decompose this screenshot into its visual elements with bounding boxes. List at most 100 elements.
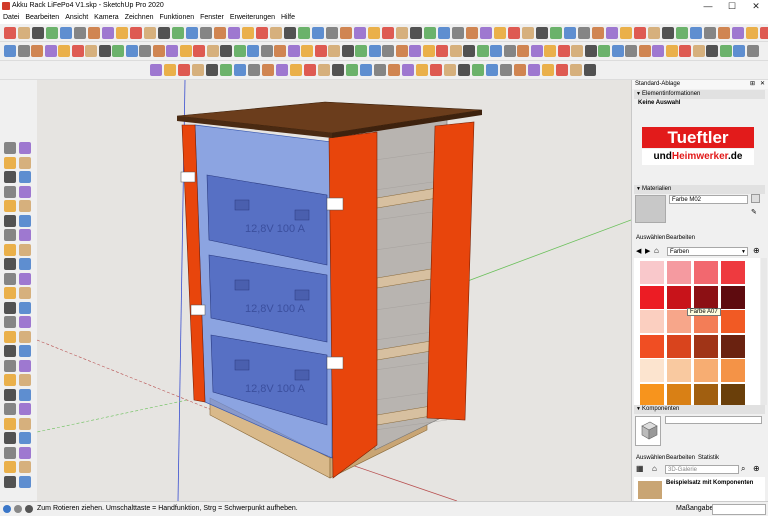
toolbar-tool-icon[interactable] <box>542 64 554 76</box>
menu-funktionen[interactable]: Funktionen <box>156 13 197 21</box>
toolbar-tool-icon[interactable] <box>58 45 70 57</box>
toolbar-tool-icon[interactable] <box>304 64 316 76</box>
toolbar-tool-icon[interactable] <box>144 27 156 39</box>
toolbar-tool-icon[interactable] <box>665 45 678 57</box>
toolbar-tool-icon[interactable] <box>500 64 512 76</box>
toolbar-tool-icon[interactable] <box>472 64 484 76</box>
color-swatch[interactable] <box>694 383 718 407</box>
toolbar-tool-icon[interactable] <box>598 45 610 57</box>
details-icon[interactable]: ⊕ <box>753 246 760 255</box>
toolbar-tool-icon[interactable] <box>584 45 597 57</box>
component-item-label[interactable]: Beispielsatz mit Komponenten <box>666 480 753 486</box>
left-tool-icon[interactable] <box>19 417 31 430</box>
toolbar-tool-icon[interactable] <box>517 45 529 57</box>
menu-zeichnen[interactable]: Zeichnen <box>122 13 157 21</box>
toolbar-tool-icon[interactable] <box>284 27 296 39</box>
toolbar-tool-icon[interactable] <box>557 45 570 57</box>
toolbar-tool-icon[interactable] <box>571 45 583 57</box>
toolbar-tool-icon[interactable] <box>328 45 340 57</box>
color-swatch[interactable] <box>667 334 691 358</box>
components-header[interactable]: ▼ Komponenten <box>634 405 765 414</box>
color-swatch[interactable] <box>667 359 691 382</box>
maximize-button[interactable]: ☐ <box>720 0 744 13</box>
left-tool-icon[interactable] <box>4 214 16 227</box>
toolbar-tool-icon[interactable] <box>719 45 732 57</box>
toolbar-tool-icon[interactable] <box>228 27 240 39</box>
toolbar-tool-icon[interactable] <box>692 45 705 57</box>
left-tool-icon[interactable] <box>4 258 16 270</box>
toolbar-tool-icon[interactable] <box>88 27 100 39</box>
color-swatch[interactable] <box>640 310 664 333</box>
color-swatch[interactable] <box>721 261 745 284</box>
toolbar-tool-icon[interactable] <box>416 64 428 76</box>
material-name-field[interactable]: Farbe M02 <box>669 195 748 204</box>
tab-components-stats[interactable]: Statistik <box>698 455 719 461</box>
left-tool-icon[interactable] <box>4 417 16 430</box>
left-tool-icon[interactable] <box>4 229 16 241</box>
color-swatch[interactable] <box>667 383 691 407</box>
forward-icon[interactable]: ▶ <box>645 247 650 255</box>
left-tool-icon[interactable] <box>19 330 31 343</box>
toolbar-tool-icon[interactable] <box>409 45 421 57</box>
left-tool-icon[interactable] <box>19 388 31 401</box>
toolbar-tool-icon[interactable] <box>326 27 338 39</box>
toolbar-tool-icon[interactable] <box>178 64 190 76</box>
toolbar-tool-icon[interactable] <box>179 45 192 57</box>
toolbar-tool-icon[interactable] <box>490 45 502 57</box>
user-icon[interactable] <box>25 505 33 513</box>
toolbar-tool-icon[interactable] <box>4 45 16 57</box>
model-viewport[interactable]: 12,8V 100 A 12,8V 100 A 12,8V 100 A <box>37 80 631 501</box>
menu-hilfe[interactable]: Hilfe <box>278 13 298 21</box>
toolbar-tool-icon[interactable] <box>206 64 218 76</box>
menu-datei[interactable]: Datei <box>0 13 22 21</box>
measurements-input[interactable] <box>712 504 766 515</box>
left-tool-icon[interactable] <box>19 142 31 154</box>
toolbar-tool-icon[interactable] <box>620 27 632 39</box>
left-tool-icon[interactable] <box>19 345 31 357</box>
model-scene[interactable]: 12,8V 100 A 12,8V 100 A 12,8V 100 A <box>37 80 631 501</box>
left-tool-icon[interactable] <box>4 287 16 299</box>
toolbar-tool-icon[interactable] <box>314 45 327 57</box>
color-swatch[interactable] <box>694 285 718 309</box>
color-swatch[interactable] <box>667 261 691 284</box>
toolbar-tool-icon[interactable] <box>648 27 660 39</box>
color-swatch[interactable] <box>640 334 664 358</box>
toolbar-tool-icon[interactable] <box>466 27 478 39</box>
toolbar-tool-icon[interactable] <box>150 64 162 76</box>
toolbar-tool-icon[interactable] <box>220 45 232 57</box>
sample-paint-icon[interactable]: ✎ <box>751 208 757 216</box>
entity-info-header[interactable]: ▼ Elementinformationen <box>634 90 765 99</box>
toolbar-tool-icon[interactable] <box>17 45 30 57</box>
toolbar-tool-icon[interactable] <box>480 27 492 39</box>
toolbar-tool-icon[interactable] <box>508 27 520 39</box>
toolbar-tool-icon[interactable] <box>248 64 260 76</box>
toolbar-tool-icon[interactable] <box>430 64 442 76</box>
toolbar-tool-icon[interactable] <box>341 45 354 57</box>
toolbar-tool-icon[interactable] <box>544 45 556 57</box>
toolbar-tool-icon[interactable] <box>662 27 674 39</box>
pin-icon[interactable]: ⊞ <box>750 80 755 89</box>
toolbar-tool-icon[interactable] <box>530 45 543 57</box>
toolbar-tool-icon[interactable] <box>550 27 562 39</box>
toolbar-tool-icon[interactable] <box>503 45 516 57</box>
tab-components-edit[interactable]: Bearbeiten <box>666 455 695 461</box>
toolbar-tool-icon[interactable] <box>746 45 759 57</box>
toolbar-tool-icon[interactable] <box>368 27 380 39</box>
left-tool-icon[interactable] <box>19 272 31 285</box>
toolbar-tool-icon[interactable] <box>85 45 97 57</box>
toolbar-tool-icon[interactable] <box>74 27 86 39</box>
toolbar-tool-icon[interactable] <box>634 27 646 39</box>
left-tool-icon[interactable] <box>19 229 31 241</box>
back-icon[interactable]: ◀ <box>636 247 641 255</box>
left-tool-icon[interactable] <box>19 374 31 386</box>
toolbar-tool-icon[interactable] <box>31 45 43 57</box>
toolbar-tool-icon[interactable] <box>444 64 456 76</box>
toolbar-tool-icon[interactable] <box>44 45 57 57</box>
toolbar-tool-icon[interactable] <box>247 45 259 57</box>
toolbar-tool-icon[interactable] <box>556 64 568 76</box>
color-swatch[interactable] <box>721 285 745 309</box>
toolbar-tool-icon[interactable] <box>274 45 286 57</box>
left-tool-icon[interactable] <box>4 330 16 343</box>
toolbar-tool-icon[interactable] <box>452 27 464 39</box>
toolbar-tool-icon[interactable] <box>718 27 730 39</box>
